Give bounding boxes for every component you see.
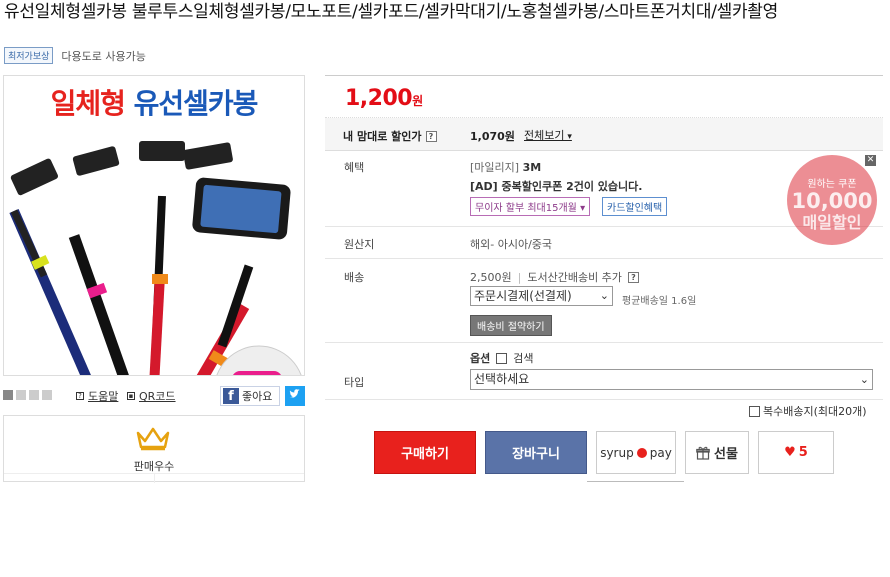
multi-address-checkbox[interactable] [749,405,760,417]
image-headline: 일체형 유선셀카봉 [50,87,259,120]
buy-button[interactable]: 구매하기 [374,431,476,474]
search-checkbox[interactable] [496,352,508,364]
crown-icon [136,427,170,451]
my-discount-row: 내 맘대로 할인가 ? 1,070원 전체보기 [325,118,883,151]
multi-address-option[interactable]: 복수배송지(최대20개) [749,403,867,419]
image-thumbnails[interactable] [3,390,52,400]
product-title: 유선일체형셀카봉 불루투스일체형셀카봉/모노포트/셀카포드/셀카막대기/노홍철셀… [4,2,778,22]
average-delivery: 평균배송일 1.6일 [622,296,697,307]
lowest-price-badge[interactable]: 최저가보상 [4,47,54,64]
my-discount-price: 1,070원 [470,130,515,143]
shipping-label: 배송 [344,271,365,284]
selfie-sticks-illustration [9,141,302,375]
thumbnail[interactable] [3,390,13,400]
subtitle-row: 최저가보상 다용도로 사용가능 [4,47,146,64]
usage-text: 다용도로 사용가능 [61,49,146,63]
chevron-down-icon: ⌄ [859,373,869,386]
close-icon[interactable]: ✕ [865,155,876,166]
price-box: 1,200원 [325,75,883,118]
origin-label: 원산지 [344,238,375,251]
wishlist-button[interactable]: ♥ 5 [758,431,834,474]
origin-value: 해외- 아시아/중국 [470,238,553,251]
shipping-row: 배송 2,500원 | 도서산간배송비 추가 ? 주문시결제(선결제) ⌄ 평균… [325,259,883,343]
origin-row: 원산지 해외- 아시아/중국 [325,227,883,259]
question-icon: ? [76,392,84,400]
option-search: 옵션 검색 [470,352,534,365]
option-select[interactable]: 선택하세요 ⌄ [470,369,873,390]
sale-price: 1,200원 [345,86,423,111]
facebook-icon: f [223,388,239,404]
thumbnail[interactable] [42,390,52,400]
gift-icon [696,446,710,460]
syrup-dot-icon [636,447,647,458]
help-icon[interactable]: ? [425,130,437,142]
seller-grade-box: 판매우수 [3,415,305,483]
heart-icon: ♥ [784,445,796,460]
syrup-pay-button[interactable]: syrup pay [596,431,676,474]
benefit-label: 혜택 [344,161,365,174]
type-label: 타입 [344,376,365,389]
installment-dropdown[interactable]: 무이자 할부 최대15개월 ▾ [470,197,591,216]
qr-icon: ▪ [127,392,135,400]
mileage-text: [마일리지] 3M [470,161,542,174]
card-discount-button[interactable]: 카드할인혜택 [602,197,668,216]
seller-grade-label: 판매우수 [133,460,175,473]
thumbnail[interactable] [29,390,39,400]
twitter-share-button[interactable] [285,386,305,406]
save-shipping-button[interactable]: 배송비 절약하기 [470,315,552,336]
twitter-icon [289,389,300,398]
benefit-row: 혜택 [마일리지] 3M [AD] 중복할인쿠폰 2건이 있습니다. 무이자 할… [325,151,883,245]
shipping-fee: 2,500원 | 도서산간배송비 추가 ? [470,269,639,285]
divider [587,481,684,482]
chevron-down-icon: ⌄ [599,289,609,302]
facebook-like-button[interactable]: f 좋아요 [220,386,280,406]
ad-coupon-text[interactable]: [AD] 중복할인쿠폰 2건이 있습니다. [470,178,642,194]
help-icon[interactable]: ? [627,271,639,283]
purchase-panel: 1,200원 내 맘대로 할인가 ? 1,070원 전체보기 혜택 [마일리지]… [325,75,883,400]
shipping-method-select[interactable]: 주문시결제(선결제) ⌄ [470,286,613,306]
cart-button[interactable]: 장바구니 [485,431,587,474]
my-discount-label: 내 맘대로 할인가 ? [343,128,437,144]
gift-button[interactable]: 선물 [685,431,749,474]
type-row: 타입 옵션 검색 선택하세요 ⌄ [325,343,883,400]
help-link[interactable]: ? 도움말 [76,388,118,404]
thumbnail[interactable] [16,390,26,400]
view-all-dropdown[interactable]: 전체보기 [524,127,572,143]
qr-code-link[interactable]: ▪ QR코드 [127,388,176,404]
product-image[interactable]: 일체형 유선셀카봉 [3,75,305,376]
